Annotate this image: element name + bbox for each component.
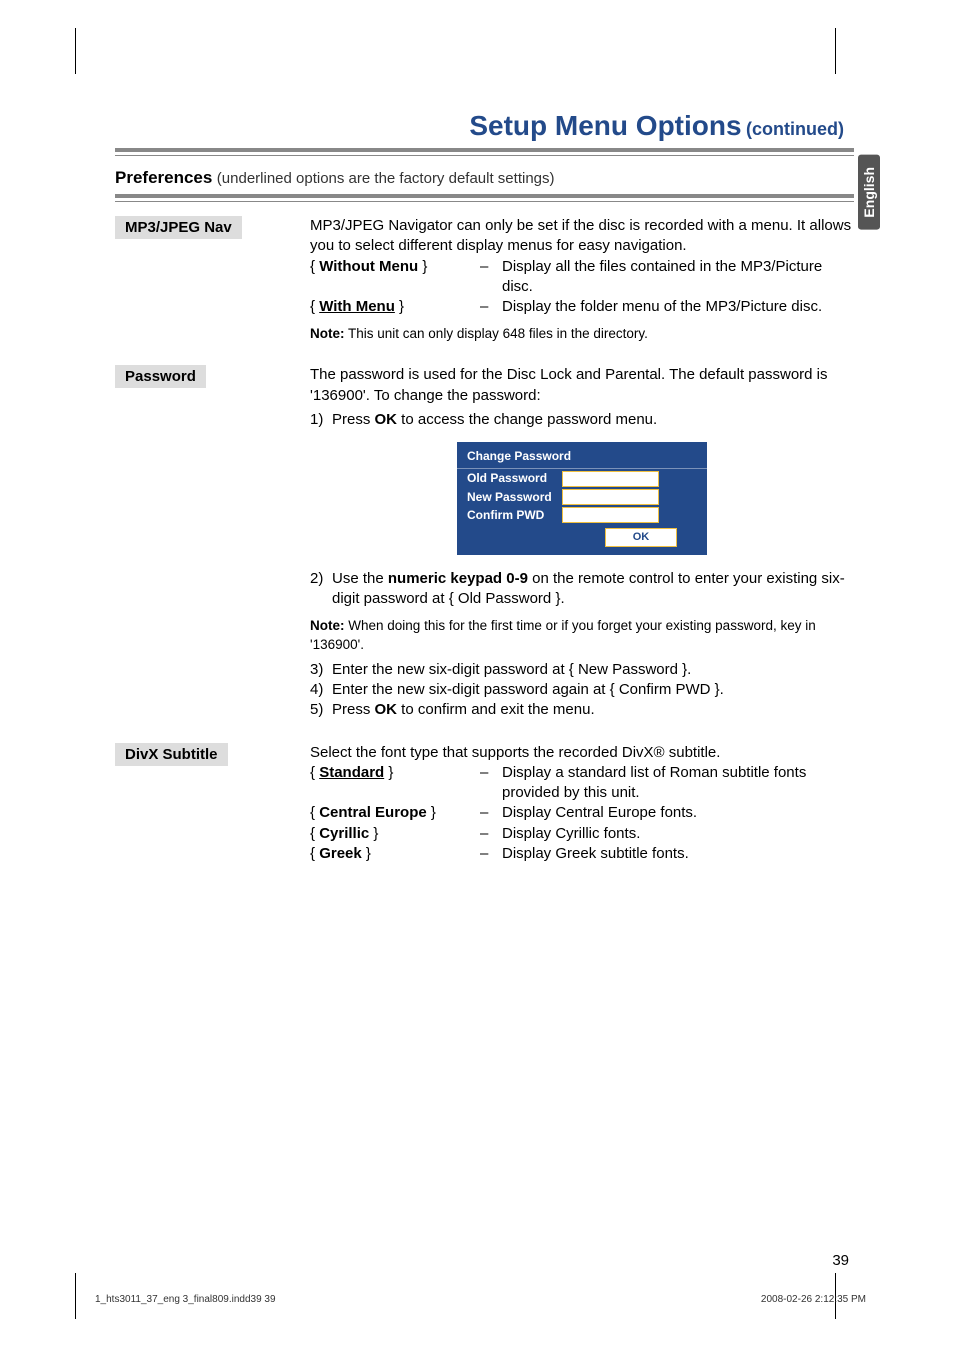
dialog-input-box[interactable] xyxy=(562,507,659,523)
option-key: Standard xyxy=(319,764,384,781)
step-text: Enter the new six-digit password at { Ne… xyxy=(332,660,691,680)
note-label: Note: xyxy=(310,326,345,341)
footer-left: 1_hts3011_37_eng 3_final809.indd39 39 xyxy=(95,1294,276,1305)
row-label-password: Password xyxy=(115,365,206,388)
password-intro: The password is used for the Disc Lock a… xyxy=(310,365,854,406)
step-bold: OK xyxy=(375,411,398,428)
step-num: 2) xyxy=(310,569,332,610)
divider xyxy=(115,148,854,156)
option-desc: Display Central Europe fonts. xyxy=(502,803,854,823)
dialog-input-box[interactable] xyxy=(562,471,659,487)
option-desc: Display Cyrillic fonts. xyxy=(502,824,854,844)
brace: } xyxy=(427,804,436,821)
footer-right: 2008-02-26 2:12:35 PM xyxy=(761,1294,866,1305)
step-text: Enter the new six-digit password again a… xyxy=(332,680,724,700)
brace: } xyxy=(362,845,371,862)
dialog-input-box[interactable] xyxy=(562,489,659,505)
option-desc: Display Greek subtitle fonts. xyxy=(502,844,854,864)
section-heading: Preferences xyxy=(115,168,212,187)
option-desc: Display all the files contained in the M… xyxy=(502,257,854,298)
brace: { xyxy=(310,845,319,862)
option-desc: Display the folder menu of the MP3/Pictu… xyxy=(502,297,854,317)
dash: – xyxy=(480,824,502,844)
brace: } xyxy=(384,764,393,781)
brace: { xyxy=(310,804,319,821)
brace: { xyxy=(310,764,319,781)
mp3-intro: MP3/JPEG Navigator can only be set if th… xyxy=(310,216,854,257)
step-num: 3) xyxy=(310,660,332,680)
dialog-row-label: Old Password xyxy=(467,470,562,486)
option-key: Cyrillic xyxy=(319,825,369,842)
dialog-row-label: New Password xyxy=(467,489,562,505)
divx-intro: Select the font type that supports the r… xyxy=(310,743,854,763)
change-password-dialog: Change Password Old Password New Passwor… xyxy=(457,442,707,555)
dialog-ok-button[interactable]: OK xyxy=(605,528,677,547)
brace: { xyxy=(310,258,319,275)
note-label: Note: xyxy=(310,618,345,633)
page-title: Setup Menu Options xyxy=(469,110,741,141)
step-text: to access the change password menu. xyxy=(397,411,657,428)
step-text: Press xyxy=(332,701,375,718)
row-label-mp3: MP3/JPEG Nav xyxy=(115,216,242,239)
dash: – xyxy=(480,763,502,804)
brace: } xyxy=(395,298,404,315)
option-key: Central Europe xyxy=(319,804,427,821)
dash: – xyxy=(480,844,502,864)
dialog-row-label: Confirm PWD xyxy=(467,507,562,523)
option-desc: Display a standard list of Roman subtitl… xyxy=(502,763,854,804)
step-bold: numeric keypad 0-9 xyxy=(388,570,528,587)
option-key: Greek xyxy=(319,845,362,862)
section-subheading: (underlined options are the factory defa… xyxy=(217,170,555,187)
step-bold: OK xyxy=(375,701,398,718)
dash: – xyxy=(480,803,502,823)
brace: } xyxy=(369,825,378,842)
step-text: Use the xyxy=(332,570,388,587)
page-title-continued: (continued) xyxy=(746,119,844,139)
dialog-title: Change Password xyxy=(457,446,707,469)
brace: { xyxy=(310,298,319,315)
dash: – xyxy=(480,257,502,298)
step-text: Press xyxy=(332,411,375,428)
dash: – xyxy=(480,297,502,317)
note-text: When doing this for the first time or if… xyxy=(310,618,816,651)
brace: { xyxy=(310,825,319,842)
option-key: Without Menu xyxy=(319,258,418,275)
step-num: 1) xyxy=(310,410,332,430)
page-number: 39 xyxy=(832,1252,849,1269)
note-text: This unit can only display 648 files in … xyxy=(348,326,648,341)
option-key: With Menu xyxy=(319,298,395,315)
brace: } xyxy=(418,258,427,275)
step-num: 5) xyxy=(310,700,332,720)
divider xyxy=(115,194,854,202)
step-text: to confirm and exit the menu. xyxy=(397,701,595,718)
row-label-divx: DivX Subtitle xyxy=(115,743,228,766)
step-num: 4) xyxy=(310,680,332,700)
